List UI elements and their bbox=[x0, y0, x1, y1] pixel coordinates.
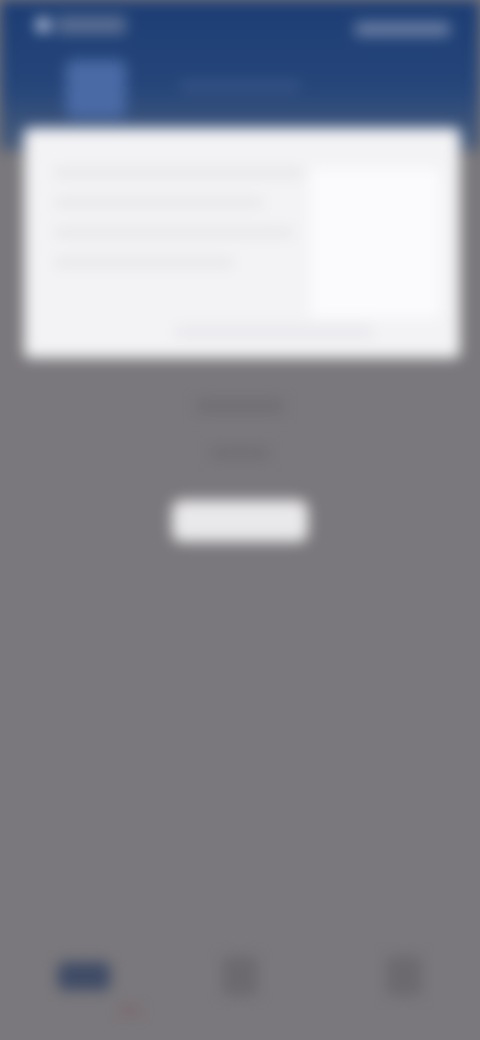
primary-action-button[interactable] bbox=[172, 500, 308, 542]
nav-item-3[interactable] bbox=[364, 950, 444, 1020]
tab-active[interactable] bbox=[66, 60, 126, 118]
nav-item-2[interactable] bbox=[200, 950, 280, 1020]
home-icon bbox=[58, 962, 110, 990]
nav-icon bbox=[222, 956, 258, 996]
card-text-line bbox=[54, 228, 294, 237]
content-text-line-1 bbox=[196, 400, 284, 412]
status-time bbox=[56, 16, 126, 34]
nav-icon bbox=[386, 956, 422, 996]
card-text-line bbox=[54, 258, 234, 267]
tab-secondary[interactable] bbox=[180, 82, 300, 90]
card-text-line bbox=[54, 168, 304, 177]
nav-item-1[interactable] bbox=[44, 950, 124, 1020]
card-footer-bar bbox=[174, 326, 374, 338]
status-indicators bbox=[355, 22, 450, 36]
bottom-navigation bbox=[0, 920, 480, 1040]
nav-indicator bbox=[120, 1008, 140, 1014]
status-icon bbox=[36, 18, 50, 32]
content-text-line-2 bbox=[210, 448, 270, 458]
blurred-screen bbox=[0, 0, 480, 1040]
content-card[interactable] bbox=[24, 128, 460, 358]
card-text-line bbox=[54, 198, 264, 207]
card-image bbox=[310, 168, 440, 318]
